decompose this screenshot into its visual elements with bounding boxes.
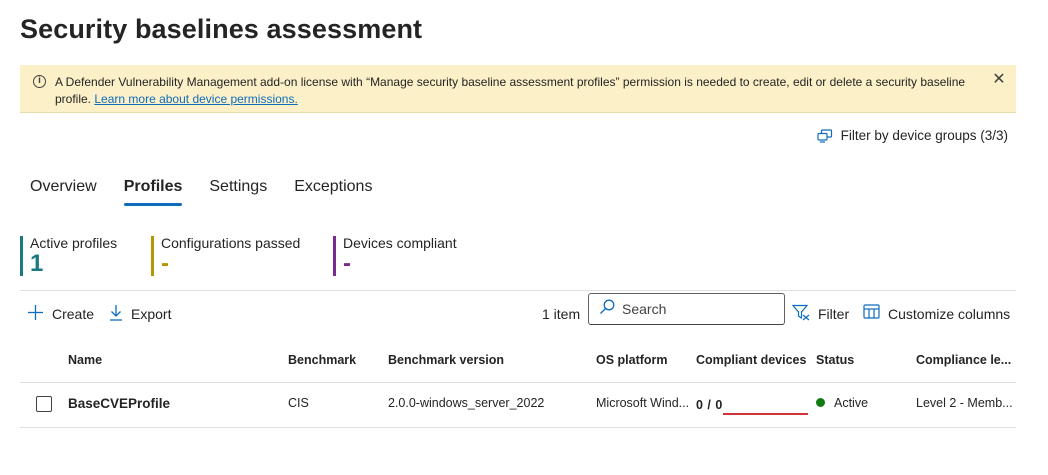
row-checkbox[interactable] <box>36 396 52 412</box>
page-title: Security baselines assessment <box>20 14 423 44</box>
cell-compliant-devices: 0 / 0 <box>696 398 723 412</box>
metric-devices-compliant: Devices compliant - <box>333 235 457 277</box>
plus-icon <box>27 304 44 324</box>
section-divider <box>20 290 1016 291</box>
cell-os-platform: Microsoft Wind... <box>596 396 690 410</box>
license-warning-banner: i A Defender Vulnerability Management ad… <box>20 65 1016 113</box>
tab-settings[interactable]: Settings <box>209 176 267 206</box>
info-icon: i <box>33 75 46 88</box>
customize-columns-icon <box>863 304 880 323</box>
cell-benchmark-version: 2.0.0-windows_server_2022 <box>388 396 545 410</box>
status-active-icon <box>816 398 825 407</box>
status-label: Active <box>834 396 869 410</box>
metric-color-bar <box>20 236 23 276</box>
tab-list: Overview Profiles Settings Exceptions <box>30 176 399 206</box>
cell-compliance-level: Level 2 - Memb... <box>916 396 1013 410</box>
column-header-benchmark-version[interactable]: Benchmark version <box>388 353 504 367</box>
metric-label: Devices compliant <box>343 235 457 251</box>
cell-status: Active <box>816 396 868 410</box>
tab-exceptions[interactable]: Exceptions <box>294 176 372 206</box>
create-label: Create <box>52 306 95 322</box>
metric-value: - <box>161 250 169 277</box>
metric-value: - <box>343 250 351 277</box>
export-button[interactable]: Export <box>109 304 171 324</box>
cell-name[interactable]: BaseCVEProfile <box>68 396 170 411</box>
device-groups-icon <box>817 128 833 143</box>
download-icon <box>109 304 123 324</box>
column-header-compliance-level[interactable]: Compliance le... <box>916 353 1011 367</box>
banner-message: A Defender Vulnerability Management add-… <box>55 74 975 108</box>
filter-label: Filter <box>818 306 850 322</box>
metric-label: Configurations passed <box>161 235 301 251</box>
metric-label: Active profiles <box>30 235 118 251</box>
column-header-compliant-devices[interactable]: Compliant devices <box>696 353 806 367</box>
metric-active-profiles: Active profiles 1 <box>20 235 118 277</box>
column-header-name[interactable]: Name <box>68 353 102 367</box>
search-input[interactable] <box>622 301 772 317</box>
tab-profiles[interactable]: Profiles <box>123 176 182 206</box>
filter-by-device-groups-button[interactable]: Filter by device groups (3/3) <box>817 128 1008 143</box>
create-button[interactable]: Create <box>27 304 94 324</box>
metric-value: 1 <box>30 250 44 277</box>
metric-configurations-passed: Configurations passed - <box>151 235 301 277</box>
column-header-benchmark[interactable]: Benchmark <box>288 353 356 367</box>
tab-overview[interactable]: Overview <box>30 176 97 206</box>
metric-color-bar <box>333 236 336 276</box>
search-icon <box>599 299 615 320</box>
export-label: Export <box>131 306 172 322</box>
filter-by-device-groups-label: Filter by device groups (3/3) <box>840 128 1008 143</box>
customize-columns-button[interactable]: Customize columns <box>863 304 1010 323</box>
item-count: 1 item <box>542 306 581 322</box>
compliance-progress-bar <box>723 413 808 415</box>
metric-color-bar <box>151 236 154 276</box>
search-box[interactable] <box>588 293 785 325</box>
device-permissions-link[interactable]: Learn more about device permissions. <box>94 92 297 106</box>
filter-button[interactable]: Filter <box>791 304 850 324</box>
table-header-divider <box>20 382 1016 383</box>
column-header-os-platform[interactable]: OS platform <box>596 353 668 367</box>
customize-columns-label: Customize columns <box>888 305 1011 322</box>
filter-icon <box>791 304 810 324</box>
column-header-status[interactable]: Status <box>816 353 854 367</box>
cell-benchmark: CIS <box>288 396 309 410</box>
table-row-divider <box>20 427 1016 428</box>
close-icon[interactable]: ✕ <box>990 71 1008 89</box>
